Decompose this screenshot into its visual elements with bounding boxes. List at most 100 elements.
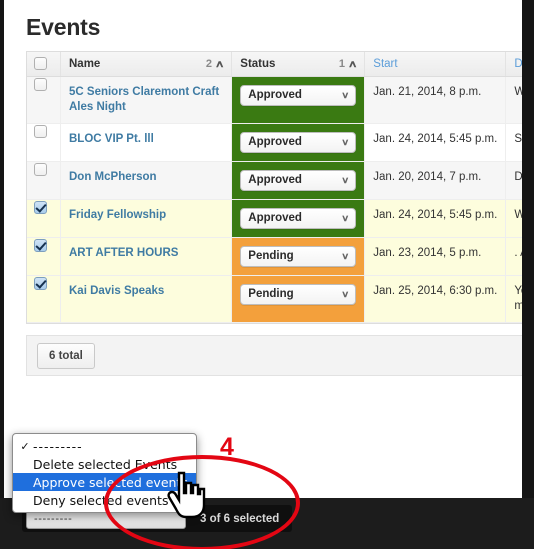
row-description-cell: Youth Poetry S and gender. S means of ex… — [505, 275, 522, 323]
row-checkbox[interactable] — [34, 239, 47, 252]
screenshot-root: Events Name 2 ∧ Status 1 ∧ Start D 5C Se… — [0, 0, 534, 549]
row-status-cell: Approved ∨ — [231, 161, 366, 200]
total-count-button[interactable]: 6 total — [37, 342, 95, 369]
dropdown-item-label: Deny selected events — [33, 492, 169, 508]
row-start-cell: Jan. 21, 2014, 8 p.m. — [364, 76, 507, 124]
row-description-cell: Don McPherso — [505, 161, 522, 200]
row-name-cell: Kai Davis Speaks — [60, 275, 233, 323]
event-name-link[interactable]: Kai Davis Speaks — [69, 285, 164, 297]
row-description-cell: Weekly Friday — [505, 199, 522, 238]
browser-page: Events Name 2 ∧ Status 1 ∧ Start D 5C Se… — [4, 0, 522, 498]
status-select[interactable]: Approved ∨ — [240, 208, 357, 229]
row-name-cell: 5C Seniors Claremont Craft Ales Night — [60, 76, 233, 124]
events-table: Name 2 ∧ Status 1 ∧ Start D 5C Seniors C… — [27, 52, 522, 323]
status-select[interactable]: Pending ∨ — [240, 246, 357, 267]
status-select-value: Pending — [248, 288, 294, 300]
event-name-link[interactable]: Friday Fellowship — [69, 209, 166, 221]
chevron-down-icon: ∨ — [340, 289, 350, 299]
row-status-cell: Approved ∨ — [231, 199, 366, 238]
table-row: Kai Davis Speaks Pending ∨ Jan. 25, 2014… — [27, 275, 522, 323]
select-all-checkbox[interactable] — [34, 56, 47, 70]
row-description-cell: . Art After Hou conjunction wi — [505, 237, 522, 276]
table-row: ART AFTER HOURS Pending ∨ Jan. 23, 2014,… — [27, 237, 522, 276]
row-select-cell[interactable] — [27, 76, 61, 124]
row-checkbox[interactable] — [34, 125, 47, 138]
row-status-cell: Pending ∨ — [231, 275, 366, 323]
table-row: 5C Seniors Claremont Craft Ales Night Ap… — [27, 76, 522, 124]
row-start-cell: Jan. 25, 2014, 6:30 p.m. — [364, 275, 507, 323]
name-sort-group[interactable]: 2 ∧ — [205, 58, 225, 70]
row-status-cell: Pending ∨ — [231, 237, 366, 276]
column-header-status-label: Status — [240, 58, 276, 70]
table-row: Don McPherson Approved ∨ Jan. 20, 2014, … — [27, 161, 522, 200]
status-select-value: Approved — [248, 89, 302, 101]
status-select-value: Approved — [248, 174, 302, 186]
sort-ascending-icon[interactable]: ∧ — [348, 59, 358, 69]
row-select-cell[interactable] — [27, 275, 61, 323]
chevron-down-icon: ∨ — [340, 175, 350, 185]
row-name-cell: BLOC VIP Pt. lll — [60, 123, 233, 162]
dropdown-item-label: Approve selected events — [33, 474, 188, 490]
row-name-cell: Friday Fellowship — [60, 199, 233, 238]
dropdown-item-label: Delete selected Events — [33, 456, 178, 472]
chevron-down-icon: ∨ — [340, 90, 350, 100]
row-status-cell: Approved ∨ — [231, 123, 366, 162]
row-name-cell: ART AFTER HOURS — [60, 237, 233, 276]
page-content: Events Name 2 ∧ Status 1 ∧ Start D 5C Se… — [4, 0, 522, 376]
chevron-down-icon: ∨ — [340, 213, 350, 223]
row-start-cell: Jan. 24, 2014, 5:45 p.m. — [364, 199, 507, 238]
column-header-description[interactable]: Description — [505, 52, 522, 77]
row-select-cell[interactable] — [27, 161, 61, 200]
table-row: Friday Fellowship Approved ∨ Jan. 24, 20… — [27, 199, 522, 238]
table-body: 5C Seniors Claremont Craft Ales Night Ap… — [27, 76, 522, 323]
status-select[interactable]: Approved ∨ — [240, 85, 357, 106]
chevron-down-icon: ∨ — [340, 251, 350, 261]
table-header-row: Name 2 ∧ Status 1 ∧ Start D — [27, 52, 522, 77]
row-select-cell[interactable] — [27, 123, 61, 162]
row-description-cell: Stay BLOC — [505, 123, 522, 162]
status-select-value: Approved — [248, 212, 302, 224]
row-start-cell: Jan. 23, 2014, 5 p.m. — [364, 237, 507, 276]
row-name-cell: Don McPherson — [60, 161, 233, 200]
row-checkbox[interactable] — [34, 201, 47, 214]
event-name-link[interactable]: ART AFTER HOURS — [69, 247, 178, 259]
sort-ascending-icon[interactable]: ∧ — [215, 59, 225, 69]
row-description-cell: Welcome back — [505, 76, 522, 124]
status-select[interactable]: Pending ∨ — [240, 284, 357, 305]
check-icon: ✓ — [20, 439, 30, 453]
chevron-down-icon: ∨ — [340, 137, 350, 147]
row-select-cell[interactable] — [27, 199, 61, 238]
status-select[interactable]: Approved ∨ — [240, 132, 357, 153]
column-header-select-all[interactable] — [27, 52, 61, 77]
status-sort-group[interactable]: 1 ∧ — [338, 58, 358, 70]
name-sort-order: 2 — [205, 58, 212, 70]
column-header-name[interactable]: Name 2 ∧ — [60, 52, 233, 77]
status-select-value: Pending — [248, 250, 294, 262]
event-name-link[interactable]: Don McPherson — [69, 171, 157, 183]
hand-cursor-icon — [167, 471, 206, 519]
event-name-link[interactable]: BLOC VIP Pt. lll — [69, 133, 154, 145]
status-select[interactable]: Approved ∨ — [240, 170, 357, 191]
dropdown-item-label: --------- — [33, 438, 83, 454]
selected-count-label: 3 of 6 selected — [200, 512, 280, 525]
page-title: Events — [26, 14, 101, 40]
status-sort-order: 1 — [338, 58, 345, 70]
column-header-start[interactable]: Start — [364, 52, 507, 77]
action-select-value: --------- — [34, 512, 73, 525]
table-head: Name 2 ∧ Status 1 ∧ Start D — [27, 52, 522, 77]
row-select-cell[interactable] — [27, 237, 61, 276]
status-select-value: Approved — [248, 136, 302, 148]
row-checkbox[interactable] — [34, 163, 47, 176]
column-header-name-label: Name — [69, 58, 101, 70]
events-table-wrapper: Name 2 ∧ Status 1 ∧ Start D 5C Seniors C… — [26, 51, 522, 324]
table-row: BLOC VIP Pt. lll Approved ∨ Jan. 24, 201… — [27, 123, 522, 162]
dropdown-item-blank[interactable]: ✓ --------- — [13, 437, 196, 455]
row-checkbox[interactable] — [34, 78, 47, 91]
column-header-status[interactable]: Status 1 ∧ — [231, 52, 366, 77]
row-status-cell: Approved ∨ — [231, 76, 366, 124]
row-checkbox[interactable] — [34, 277, 47, 290]
row-start-cell: Jan. 24, 2014, 5:45 p.m. — [364, 123, 507, 162]
annotation-step-number: 4 — [220, 433, 234, 461]
event-name-link[interactable]: 5C Seniors Claremont Craft Ales Night — [69, 86, 219, 113]
paginator: 6 total — [26, 335, 522, 376]
